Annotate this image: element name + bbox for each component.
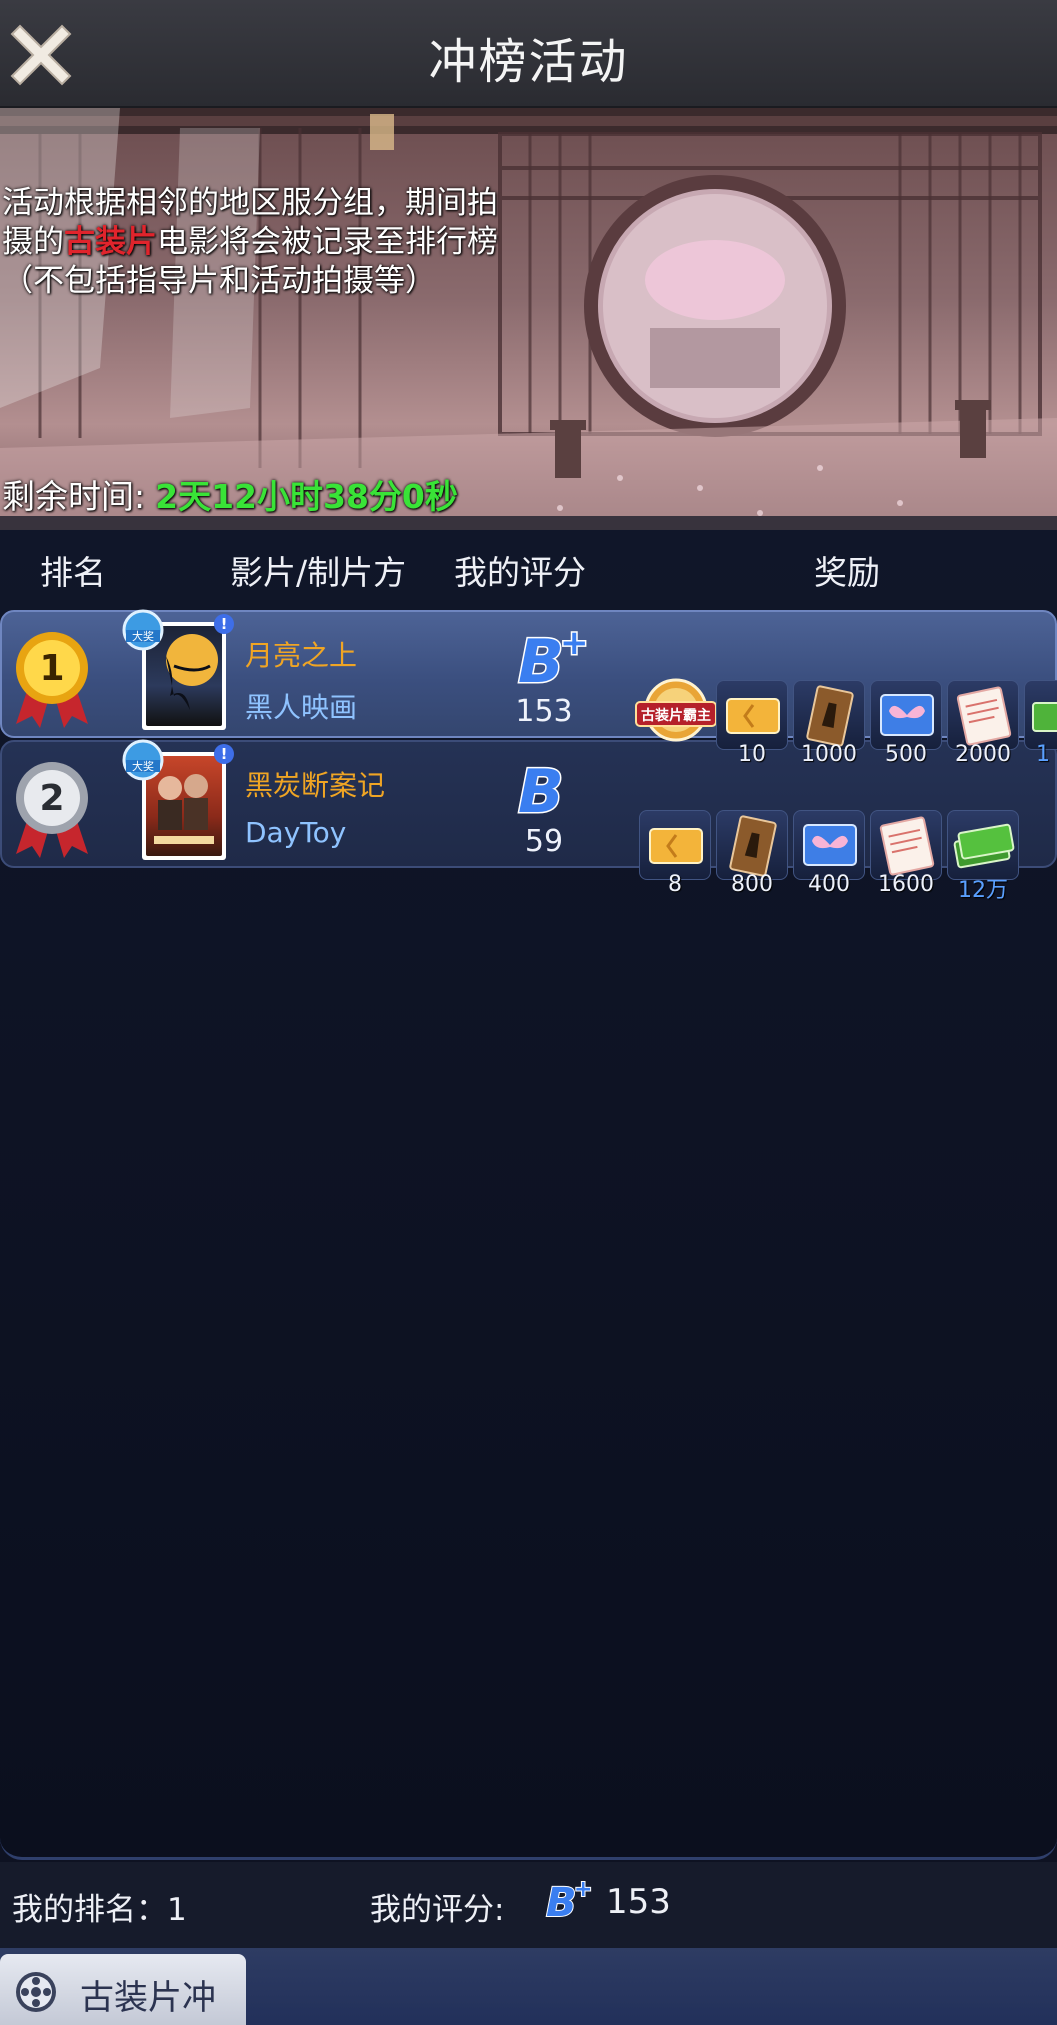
reward-quantity: 1 xyxy=(1036,742,1050,767)
cash-icon xyxy=(953,823,1015,869)
film-title: 月亮之上 xyxy=(245,639,358,672)
info-icon[interactable]: ! xyxy=(214,744,234,764)
film-reel-icon xyxy=(16,1972,56,2012)
rank-number: 1 xyxy=(39,648,64,689)
remaining-time-label: 剩余时间: xyxy=(2,477,146,516)
svg-text:B: B xyxy=(518,627,564,692)
rank-number: 2 xyxy=(39,778,64,819)
producer-name: 黑人映画 xyxy=(245,691,358,724)
my-score-value: 153 xyxy=(606,1882,671,1922)
info-icon[interactable]: ! xyxy=(214,614,234,634)
reward-quantity: 800 xyxy=(731,872,773,897)
grade-b-plus-icon: B + xyxy=(517,622,591,692)
ticket-icon xyxy=(726,698,780,734)
my-stats-bar: 我的排名：1 我的评分: B + 153 xyxy=(0,1862,1057,1948)
svg-text:+: + xyxy=(560,623,589,663)
svg-text:大奖: 大奖 xyxy=(132,759,154,773)
tab-label: 古装片冲 xyxy=(80,1978,216,2018)
contract-paper-icon xyxy=(879,816,935,876)
award-ribbon-icon: 大奖 xyxy=(122,609,164,651)
my-rank: 我的排名：1 xyxy=(12,1892,187,1928)
score-value: 59 xyxy=(524,824,564,859)
butterfly-book-icon xyxy=(880,694,934,736)
producer-name: DayToy xyxy=(245,816,347,849)
reward-quantity: 500 xyxy=(885,742,927,767)
svg-text:大奖: 大奖 xyxy=(132,629,154,643)
tab-genre-ranking[interactable]: 古装片冲 xyxy=(0,1954,246,2025)
reward-butterfly-book[interactable] xyxy=(870,680,942,750)
cash-icon xyxy=(1032,702,1057,732)
reward-cash[interactable] xyxy=(1024,680,1057,750)
award-ribbon-icon: 大奖 xyxy=(122,739,164,781)
reward-script-book[interactable] xyxy=(793,680,865,750)
gold-medal-icon: 1 xyxy=(16,632,88,728)
reward-quantity: 10 xyxy=(738,742,766,767)
remaining-time: 剩余时间: 2天12小时38分0秒 xyxy=(2,470,458,518)
reward-butterfly-book[interactable] xyxy=(793,810,865,880)
reward-quantity: 400 xyxy=(808,872,850,897)
reward-cash[interactable] xyxy=(947,810,1019,880)
event-description: 活动根据相邻的地区服分组，期间拍摄的古装片电影将会被记录至排行榜（不包括指导片和… xyxy=(2,184,522,301)
svg-text:+: + xyxy=(574,1877,592,1902)
header-bar: 冲榜活动 xyxy=(0,0,1057,108)
silver-medal-icon: 2 xyxy=(16,762,88,858)
score-value: 153 xyxy=(515,694,573,729)
column-header-reward: 奖励 xyxy=(814,553,880,592)
ranking-panel: 排名 影片/制片方 我的评分 奖励 1 大奖 ! 月亮之上 黑人映画 B + 1… xyxy=(0,530,1057,1860)
reward-quantity: 1600 xyxy=(878,872,934,897)
reward-contract-paper[interactable] xyxy=(947,680,1019,750)
highlight-genre: 古装片 xyxy=(64,224,157,260)
reward-contract-paper[interactable] xyxy=(870,810,942,880)
bottom-tab-bar: 古装片冲 xyxy=(0,1948,1057,2025)
genre-champion-badge-icon[interactable]: 古装片霸主 xyxy=(634,672,718,752)
reward-quantity: 1000 xyxy=(801,742,857,767)
ranking-event-screen: 冲榜活动 活动根据相邻的地区服分组，期间拍摄的古装片电影将会被记录至排行榜（不包… xyxy=(0,0,1057,2025)
palace-scene-illustration xyxy=(0,108,1057,530)
page-title: 冲榜活动 xyxy=(428,34,629,90)
svg-text:B: B xyxy=(518,757,564,822)
butterfly-book-icon xyxy=(803,824,857,866)
reward-quantity: 12万 xyxy=(958,878,1008,903)
contract-paper-icon xyxy=(956,686,1012,746)
remaining-time-value: 2天12小时38分0秒 xyxy=(155,477,458,516)
my-score-label: 我的评分: xyxy=(370,1892,505,1928)
svg-text:B: B xyxy=(546,1880,577,1924)
column-header-rank: 排名 xyxy=(40,553,106,592)
event-banner: 活动根据相邻的地区服分组，期间拍摄的古装片电影将会被记录至排行榜（不包括指导片和… xyxy=(0,108,1057,530)
grade-b-plus-icon: B + xyxy=(545,1876,593,1924)
grade-b-icon: B xyxy=(517,756,566,823)
reward-script-book[interactable] xyxy=(716,810,788,880)
column-header-score: 我的评分 xyxy=(454,553,586,592)
ticket-icon xyxy=(649,828,703,864)
reward-ticket[interactable] xyxy=(716,680,788,750)
column-header-film: 影片/制片方 xyxy=(230,553,407,592)
reward-quantity: 2000 xyxy=(955,742,1011,767)
reward-quantity: 8 xyxy=(668,872,682,897)
title-badge-text: 古装片霸主 xyxy=(641,707,711,724)
script-book-icon xyxy=(806,685,854,747)
script-book-icon xyxy=(729,815,777,877)
film-title: 黑炭断案记 xyxy=(245,769,386,802)
reward-ticket[interactable] xyxy=(639,810,711,880)
